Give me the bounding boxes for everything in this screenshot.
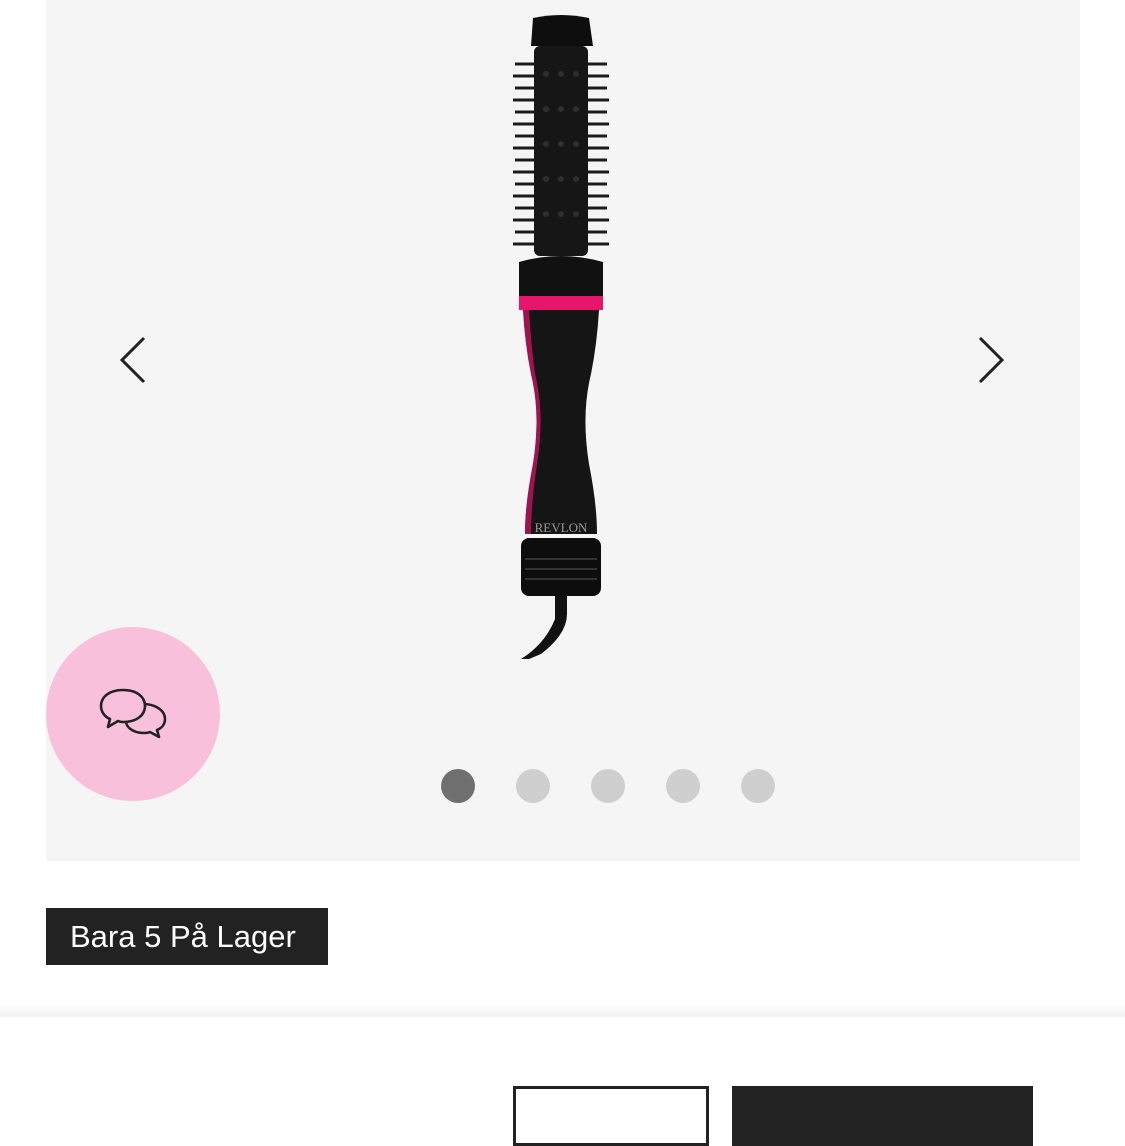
gallery-next-button[interactable] bbox=[960, 330, 1020, 390]
product-image: REVLON bbox=[513, 15, 609, 659]
chat-bubbles-icon bbox=[99, 688, 167, 739]
stock-badge: Bara 5 På Lager bbox=[46, 908, 328, 965]
gallery-dot-1[interactable] bbox=[441, 769, 475, 803]
gallery-dot-3[interactable] bbox=[591, 769, 625, 803]
chat-button[interactable] bbox=[46, 627, 220, 801]
add-to-cart-button[interactable] bbox=[732, 1086, 1033, 1146]
gallery-dot-5[interactable] bbox=[741, 769, 775, 803]
brand-logo: REVLON bbox=[535, 520, 588, 535]
gallery-dot-2[interactable] bbox=[516, 769, 550, 803]
sticky-purchase-bar bbox=[0, 1017, 1125, 1146]
chevron-left-icon bbox=[119, 336, 146, 384]
gallery-prev-button[interactable] bbox=[104, 330, 164, 390]
quantity-selector[interactable] bbox=[513, 1086, 709, 1146]
divider bbox=[0, 1004, 1125, 1018]
gallery-dot-4[interactable] bbox=[666, 769, 700, 803]
gallery-pagination bbox=[441, 769, 775, 803]
chevron-right-icon bbox=[978, 336, 1005, 384]
